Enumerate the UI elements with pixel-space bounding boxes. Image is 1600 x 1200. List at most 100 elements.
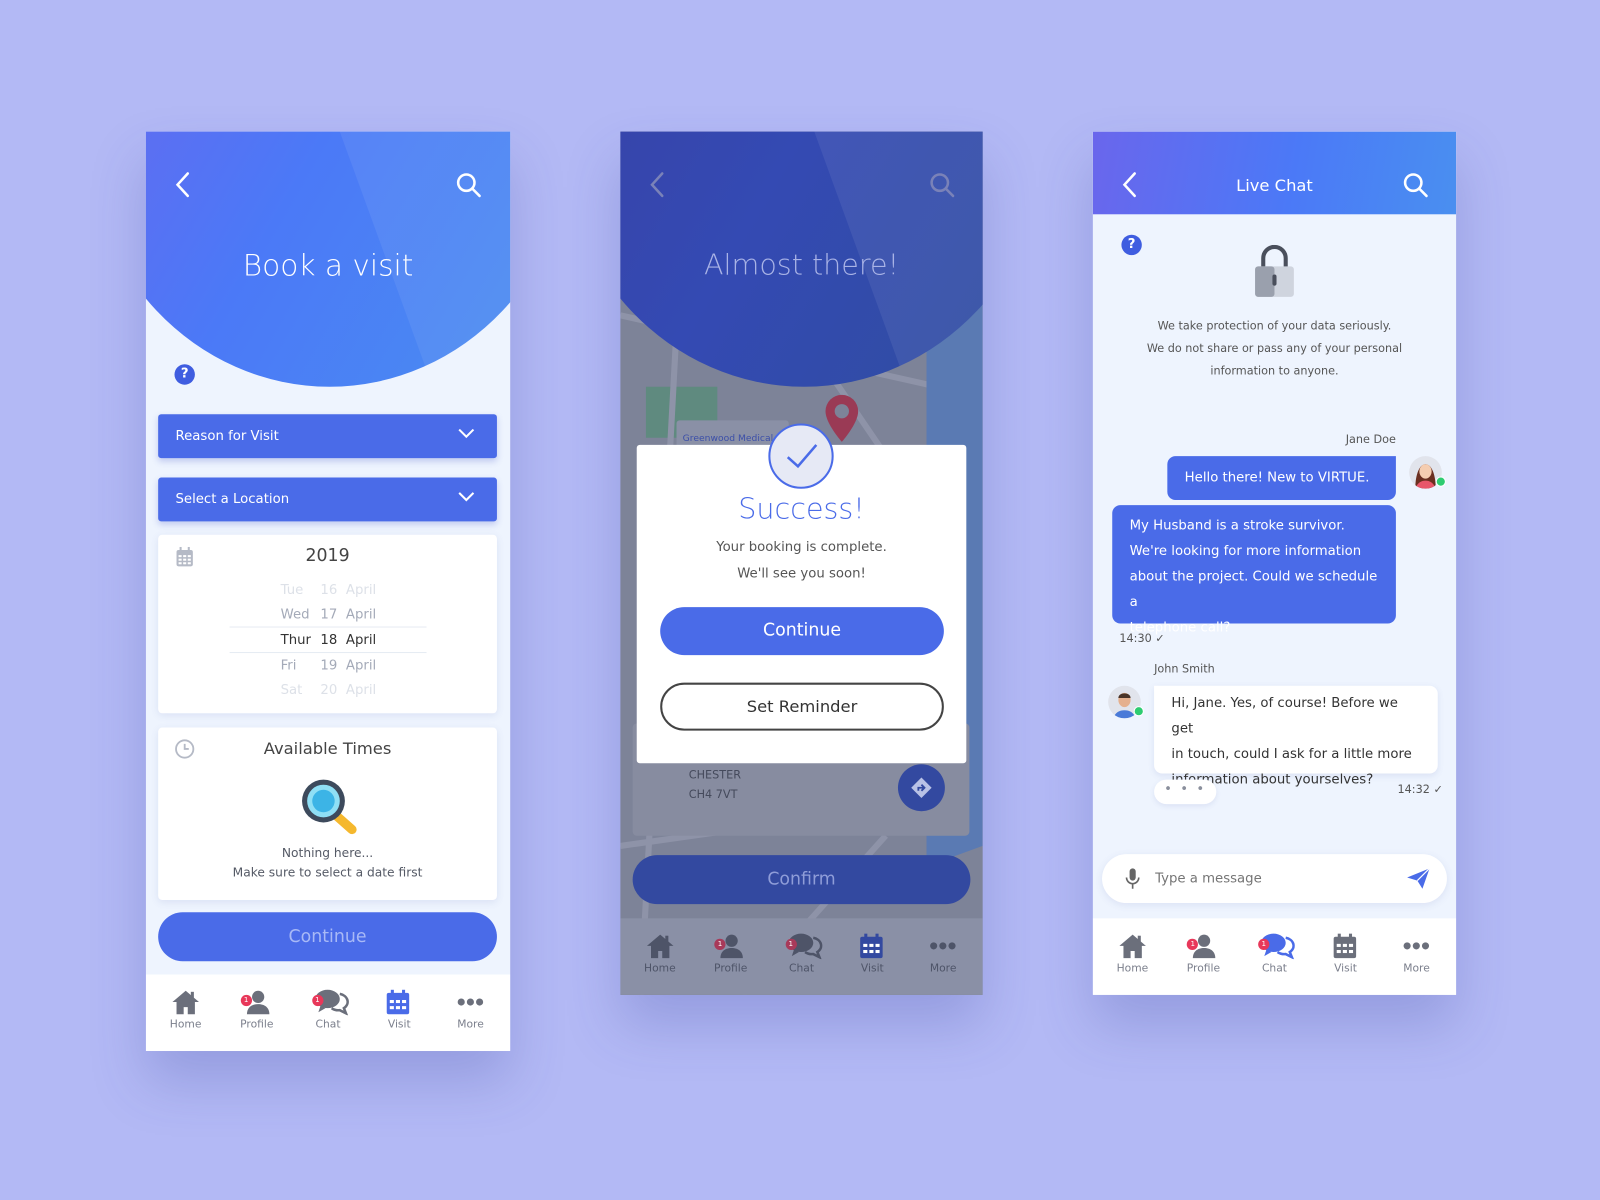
success-message-line2: We'll see you soon! <box>737 566 866 582</box>
chat-header <box>1092 131 1457 215</box>
location-dropdown[interactable]: Select a Location <box>158 477 497 522</box>
microphone-icon[interactable] <box>1124 867 1140 889</box>
available-times-card: Available Times Nothing here... Make sur… <box>158 727 497 900</box>
nav-label: Profile <box>714 962 748 975</box>
page-title: Book a visit <box>242 247 414 283</box>
nav-item-chat[interactable]: Chat 1 <box>1239 918 1310 995</box>
agent-message: Hi, Jane. Yes, of course! Before we get i… <box>1154 685 1438 788</box>
nav-item-home[interactable]: Home <box>150 974 221 1051</box>
continue-button[interactable]: Continue <box>660 607 944 656</box>
message-line: telephone call? <box>1129 620 1231 636</box>
message-input-bar <box>1102 854 1447 904</box>
message-line: My Husband is a stroke survivor. <box>1129 518 1345 534</box>
message-line: We're looking for more information <box>1129 543 1362 560</box>
search-icon[interactable] <box>456 172 483 199</box>
nav-label: Visit <box>860 962 884 975</box>
time-text: 14:32 <box>1397 782 1430 796</box>
date-month: April <box>345 632 377 648</box>
nav-label: Chat <box>788 962 815 975</box>
date-date: 17 <box>320 607 338 623</box>
dropdown-label: Reason for Visit <box>175 428 279 444</box>
map-pin-icon <box>825 394 859 442</box>
book-visit-screen: Book a visit ? Reason for Visit Select a… <box>145 131 511 1052</box>
notification-badge: 1 <box>785 938 797 950</box>
search-icon[interactable] <box>930 172 957 199</box>
nav-item-chat[interactable]: Chat 1 <box>766 918 837 995</box>
message-input[interactable] <box>1155 866 1390 891</box>
online-indicator <box>1435 476 1446 487</box>
nav-item-visit[interactable]: Visit <box>837 918 908 995</box>
nav-label: Visit <box>1334 962 1357 975</box>
message-line: in touch, could I ask for a little more <box>1171 746 1412 763</box>
continue-button[interactable]: Continue <box>158 912 497 962</box>
date-day: Thur <box>280 632 311 648</box>
date-date: 19 <box>320 658 338 674</box>
online-indicator <box>1133 706 1144 717</box>
bottom-nav: Home Profile 1 Chat 1 Visit More <box>1092 918 1457 995</box>
page-title: Live Chat <box>1236 175 1313 195</box>
nav-item-profile[interactable]: Profile 1 <box>695 918 766 995</box>
magnifier-icon <box>302 779 357 835</box>
empty-title: Nothing here... <box>281 845 374 861</box>
nav-item-more[interactable]: More <box>907 918 978 995</box>
agent-name: John Smith <box>1154 662 1215 676</box>
year-label: 2019 <box>305 545 350 567</box>
privacy-text-line: We do not share or pass any of your pers… <box>1146 341 1403 356</box>
notification-badge: 1 <box>714 938 726 950</box>
nav-item-visit[interactable]: Visit <box>1310 918 1381 995</box>
help-icon[interactable]: ? <box>174 364 195 385</box>
back-icon[interactable] <box>172 170 192 199</box>
date-date: 18 <box>320 632 338 648</box>
read-check-icon: ✓ <box>1155 631 1165 645</box>
search-icon[interactable] <box>1403 172 1430 199</box>
page-title: Almost there! <box>704 247 900 282</box>
nav-item-more[interactable]: More <box>1381 918 1452 995</box>
message-time: 14:30 ✓ <box>1119 632 1164 645</box>
nav-item-visit[interactable]: Visit <box>364 974 435 1051</box>
map-location-label: Greenwood Medical <box>682 433 774 444</box>
directions-icon <box>911 777 932 798</box>
user-name: Jane Doe <box>1345 432 1396 446</box>
reason-for-visit-dropdown[interactable]: Reason for Visit <box>158 414 497 459</box>
nav-label: Home <box>1116 962 1149 975</box>
nav-item-profile[interactable]: Profile 1 <box>221 974 292 1051</box>
nav-item-home[interactable]: Home <box>1097 918 1168 995</box>
back-icon[interactable] <box>647 170 667 199</box>
nav-item-profile[interactable]: Profile 1 <box>1168 918 1239 995</box>
date-date: 16 <box>320 582 338 598</box>
lock-icon <box>1255 244 1294 297</box>
date-month: April <box>345 658 377 674</box>
empty-hint: Make sure to select a date first <box>232 865 423 880</box>
help-icon[interactable]: ? <box>1121 234 1142 256</box>
date-date: 20 <box>320 682 338 698</box>
nav-label: Home <box>169 1018 202 1031</box>
nav-label: Profile <box>1186 962 1221 975</box>
nav-label: Home <box>644 962 676 975</box>
notification-badge: 1 <box>1258 938 1270 950</box>
nav-item-home[interactable]: Home <box>624 918 695 995</box>
date-day: Tue <box>280 582 304 598</box>
nav-item-chat[interactable]: Chat 1 <box>292 974 363 1051</box>
directions-button[interactable] <box>897 764 945 812</box>
read-check-icon: ✓ <box>1433 782 1443 796</box>
confirm-button[interactable]: Confirm <box>632 855 971 905</box>
message-text: Hello there! New to VIRTUE. <box>1184 470 1370 486</box>
address-postcode: CH4 7VT <box>688 787 738 802</box>
booking-success-screen: Greenwood Medical Almost there! CHESTER … <box>620 131 983 995</box>
nav-item-more[interactable]: More <box>435 974 506 1051</box>
date-day: Sat <box>280 682 303 698</box>
chevron-down-icon <box>458 428 475 439</box>
date-day: Wed <box>280 607 310 623</box>
nav-label: Chat <box>1261 962 1287 975</box>
nav-label: More <box>1403 962 1430 975</box>
user-message: My Husband is a stroke survivor. We're lo… <box>1112 505 1396 636</box>
send-icon[interactable] <box>1406 867 1431 889</box>
live-chat-screen: Live Chat ? We take protection of your d… <box>1092 131 1457 995</box>
typing-indicator: • • • <box>1154 779 1217 805</box>
nav-label: More <box>929 962 957 975</box>
date-month: April <box>345 582 377 598</box>
notification-badge: 1 <box>240 994 252 1007</box>
date-month: April <box>345 682 377 698</box>
nav-label: More <box>457 1018 484 1031</box>
set-reminder-button[interactable]: Set Reminder <box>660 682 944 731</box>
